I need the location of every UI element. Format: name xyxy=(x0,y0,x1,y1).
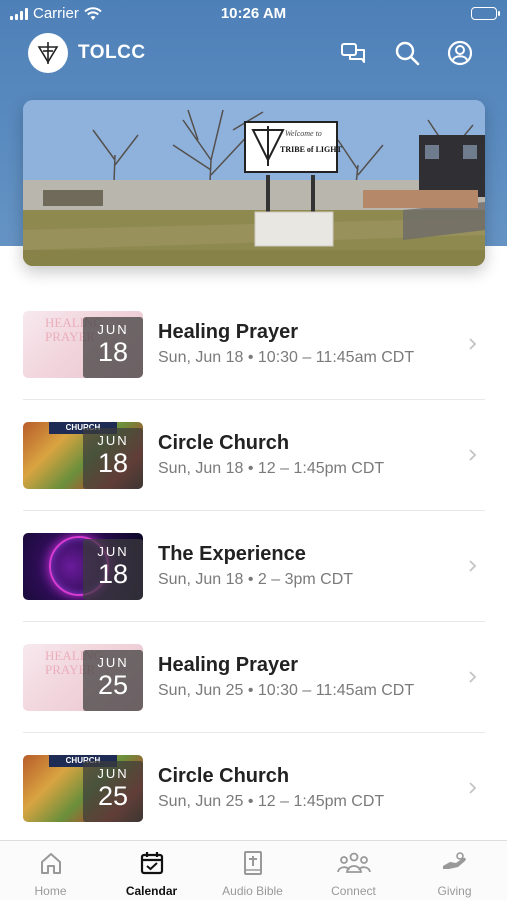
event-row[interactable]: CHURCH JUN 18 Circle Church Sun, Jun 18 • 12… xyxy=(23,400,485,511)
hero-church-photo[interactable]: Welcome to TRIBE of LIGHT xyxy=(23,100,485,266)
home-icon xyxy=(37,849,65,877)
chevron-right-icon xyxy=(469,560,477,572)
search-icon[interactable] xyxy=(393,39,421,67)
chevron-right-icon xyxy=(469,449,477,461)
giving-hand-icon xyxy=(441,849,469,877)
event-title: Healing Prayer xyxy=(158,321,299,343)
date-month: JUN xyxy=(97,766,129,781)
date-month: JUN xyxy=(97,433,129,448)
date-month: JUN xyxy=(97,655,129,670)
sign-name-text: TRIBE of LIGHT xyxy=(280,145,342,154)
date-badge: JUN 18 xyxy=(83,428,143,489)
sign-welcome-text: Welcome to xyxy=(285,129,322,138)
church-sign-photo: Welcome to TRIBE of LIGHT xyxy=(23,100,485,266)
event-time: Sun, Jun 18 • 10:30 – 11:45am CDT xyxy=(158,349,415,366)
bottom-tab-bar: Home Calendar Audio Bible Connect Giving xyxy=(0,840,507,900)
tab-calendar[interactable]: Calendar xyxy=(101,841,202,900)
event-row[interactable]: HEALING PRAYER JUN 25 Healing Prayer Sun, Ju… xyxy=(23,622,485,733)
event-thumbnail: CHURCH JUN 18 xyxy=(23,422,143,489)
date-badge: JUN 25 xyxy=(83,650,143,711)
date-badge: JUN 25 xyxy=(83,761,143,822)
date-month: JUN xyxy=(97,322,129,337)
event-title: Circle Church xyxy=(158,432,290,454)
account-icon[interactable] xyxy=(446,39,474,67)
tab-calendar-label: Calendar xyxy=(125,884,178,898)
event-time: Sun, Jun 25 • 10:30 – 11:45am CDT xyxy=(158,682,415,699)
tab-connect-label: Connect xyxy=(331,884,376,898)
tab-home-label: Home xyxy=(34,884,67,898)
event-time: Sun, Jun 18 • 2 – 3pm CDT xyxy=(158,571,354,588)
event-row[interactable]: JUN 18 The Experience Sun, Jun 18 • 2 – 3pm… xyxy=(23,511,485,622)
chevron-right-icon xyxy=(469,338,477,350)
event-title: The Experience xyxy=(158,543,306,565)
tab-home[interactable]: Home xyxy=(0,841,101,900)
event-row[interactable]: CHURCH JUN 25 Circle Church Sun, Jun 25 • 12… xyxy=(23,733,485,844)
battery-icon xyxy=(471,7,500,20)
event-time: Sun, Jun 25 • 12 – 1:45pm CDT xyxy=(158,793,385,810)
event-thumbnail: CHURCH JUN 25 xyxy=(23,755,143,822)
date-badge: JUN 18 xyxy=(83,317,143,378)
church-logo-icon[interactable] xyxy=(28,33,68,73)
tab-giving-label: Giving xyxy=(437,884,472,898)
date-day: 18 xyxy=(97,559,129,589)
date-month: JUN xyxy=(97,544,129,559)
tab-connect[interactable]: Connect xyxy=(303,841,404,900)
calendar-icon xyxy=(138,849,166,877)
tab-giving[interactable]: Giving xyxy=(404,841,505,900)
people-icon xyxy=(337,849,371,877)
status-time: 10:26 AM xyxy=(220,5,287,22)
date-day: 25 xyxy=(97,670,129,700)
app-bar: TOLCC xyxy=(0,30,507,76)
date-day: 25 xyxy=(97,781,129,811)
status-bar: Carrier 10:26 AM xyxy=(0,0,507,28)
event-title: Healing Prayer xyxy=(158,654,299,676)
tab-audio-bible[interactable]: Audio Bible xyxy=(202,841,303,900)
date-day: 18 xyxy=(97,337,129,367)
event-thumbnail: HEALING PRAYER JUN 25 xyxy=(23,644,143,711)
event-thumbnail: HEALING PRAYER JUN 18 xyxy=(23,311,143,378)
date-badge: JUN 18 xyxy=(83,539,143,600)
chevron-right-icon xyxy=(469,671,477,683)
event-thumbnail: JUN 18 xyxy=(23,533,143,600)
tab-audio-bible-label: Audio Bible xyxy=(222,884,283,898)
chevron-right-icon xyxy=(469,782,477,794)
chat-bubbles-icon[interactable] xyxy=(339,39,367,67)
date-day: 18 xyxy=(97,448,129,478)
bible-icon xyxy=(239,849,267,877)
event-time: Sun, Jun 18 • 12 – 1:45pm CDT xyxy=(158,460,385,477)
event-row[interactable]: HEALING PRAYER JUN 18 Healing Prayer Sun, Ju… xyxy=(23,289,485,400)
app-title: TOLCC xyxy=(78,42,146,63)
event-title: Circle Church xyxy=(158,765,290,787)
